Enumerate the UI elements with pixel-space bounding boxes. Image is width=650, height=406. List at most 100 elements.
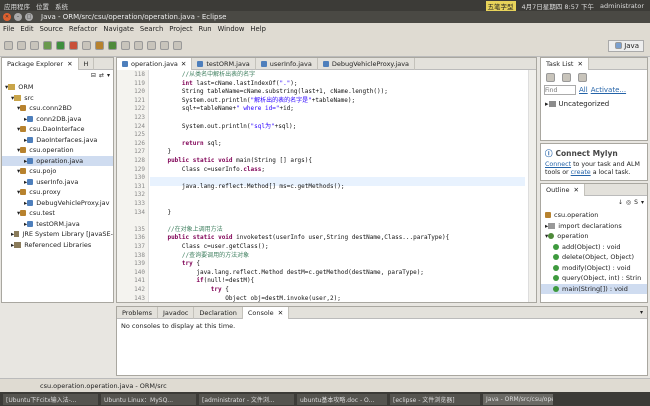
close-icon[interactable]: ✕	[181, 60, 186, 68]
menu-search[interactable]: Search	[140, 25, 163, 33]
tree-item-testorm[interactable]: ▸ testORM.java	[2, 219, 113, 230]
tree-item-pkg-test[interactable]: ▾ csu.test	[2, 208, 113, 219]
tab-testorm-java[interactable]: testORM.java	[192, 57, 256, 70]
external-tools-icon[interactable]	[69, 41, 78, 50]
outline-item-method-query[interactable]: query(Object, int) : Strin	[541, 273, 647, 284]
places-menu[interactable]: 位置	[36, 1, 49, 11]
maximize-window-icon[interactable]: □	[25, 13, 33, 21]
all-link[interactable]: All	[579, 86, 588, 94]
code-line[interactable]: }	[153, 148, 171, 157]
tree-item-pkg-daointerface[interactable]: ▾ csu.DaoInterface	[2, 124, 113, 135]
tab-task-list[interactable]: Task List ✕	[541, 57, 589, 70]
close-window-icon[interactable]: ✕	[3, 13, 11, 21]
tab-outline[interactable]: Outline ✕	[541, 183, 585, 196]
clock[interactable]: 4月7日星期四 8:57 下午	[522, 1, 595, 11]
tree-item-conn2db[interactable]: ▸ conn2DB.java	[2, 114, 113, 125]
link-editor-icon[interactable]: ⇄	[99, 72, 104, 79]
save-icon[interactable]	[17, 41, 26, 50]
tree-item-orm[interactable]: ▾ ORM	[2, 82, 113, 93]
code-line[interactable]: int last=cName.lastIndexOf(".");	[153, 80, 298, 89]
menu-file[interactable]: File	[3, 25, 14, 33]
outline-item-package[interactable]: csu.operation	[541, 210, 647, 221]
code-line[interactable]: //查询要调用的方法对象	[153, 252, 249, 261]
tab-console[interactable]: Console ✕	[242, 306, 290, 319]
input-method-indicator[interactable]: 五笔字型	[485, 0, 516, 11]
code-line[interactable]: Class c=user.getClass();	[153, 243, 269, 252]
code-line[interactable]: if(null!=destM){	[153, 277, 254, 286]
forward-icon[interactable]	[173, 41, 182, 50]
tab-userinfo-java[interactable]: userInfo.java	[256, 57, 318, 70]
tree-item-pkg-pojo[interactable]: ▾ csu.pojo	[2, 166, 113, 177]
find-input[interactable]	[544, 85, 576, 95]
view-menu-icon[interactable]: ▾	[641, 199, 644, 206]
outline-item-method-delete[interactable]: delete(Object, Object)	[541, 252, 647, 263]
run-icon[interactable]	[56, 41, 65, 50]
close-icon[interactable]: ✕	[278, 309, 283, 317]
view-menu-icon[interactable]: ▾	[107, 72, 110, 79]
code-line[interactable]: //从类名中解析出表的名字	[153, 71, 255, 80]
tree-item-referenced-libraries[interactable]: ▸ Referenced Libraries	[2, 240, 113, 251]
collapse-all-icon[interactable]: ⊟	[91, 72, 96, 79]
outline-item-class[interactable]: ▾ operation	[541, 231, 647, 242]
search-icon[interactable]	[134, 41, 143, 50]
tree-item-jre[interactable]: ▸ JRE System Library [JavaSE-	[2, 229, 113, 240]
activate-link[interactable]: Activate...	[591, 86, 626, 94]
new-icon[interactable]	[4, 41, 13, 50]
category-row[interactable]: ▸ Uncategorized	[541, 96, 647, 112]
tree-item-pkg-proxy[interactable]: ▾ csu.proxy	[2, 187, 113, 198]
code-line[interactable]: return sql;	[153, 140, 222, 149]
new-java-project-icon[interactable]	[82, 41, 91, 50]
code-line[interactable]: //在对象上调用方法	[153, 226, 222, 235]
code-line[interactable]: Object obj=destM.invoke(user,2);	[153, 295, 341, 302]
menu-run[interactable]: Run	[199, 25, 212, 33]
system-menu[interactable]: 系统	[55, 1, 68, 11]
tab-debugvehicleproxy-java[interactable]: DebugVehicleProxy.java	[318, 57, 416, 70]
perspective-switcher[interactable]: Java	[608, 39, 644, 52]
tree-item-operation-java[interactable]: ▸ operation.java	[2, 155, 113, 166]
close-icon[interactable]: ✕	[577, 60, 582, 68]
outline-item-imports[interactable]: ▸ import declarations	[541, 221, 647, 232]
code-line[interactable]: Class c=userInfo.class;	[153, 166, 265, 175]
create-link[interactable]: create	[571, 169, 591, 176]
code-line[interactable]: public static void invoketest(userInfo u…	[153, 234, 449, 243]
tab-hierarchy[interactable]: H	[79, 57, 95, 70]
tree-item-daointerfaces[interactable]: ▸ DaoInterfaces.java	[2, 135, 113, 146]
close-icon[interactable]: ✕	[574, 186, 579, 194]
code-line[interactable]: }	[153, 209, 171, 218]
connect-link[interactable]: Connect	[545, 161, 571, 168]
outline-item-method-main[interactable]: main(String[]) : void	[541, 283, 647, 294]
code-editor[interactable]: 118 //从类名中解析出表的名字 119 int last=cName.last…	[117, 70, 536, 302]
menu-source[interactable]: Source	[40, 25, 63, 33]
tab-javadoc[interactable]: Javadoc	[158, 306, 195, 319]
code-line[interactable]: public static void main(String [] args){	[153, 157, 312, 166]
taskbar-item-doc[interactable]: ubuntu基本攻略.doc - O...	[297, 393, 387, 405]
new-class-icon[interactable]	[108, 41, 117, 50]
annotation-next-icon[interactable]	[147, 41, 156, 50]
taskbar-item-eclipse[interactable]: Java - ORM/src/csu/ope...	[483, 393, 553, 405]
code-line[interactable]: java.lang.reflect.Method destM=c.getMeth…	[153, 269, 424, 278]
code-line[interactable]: System.out.println("sql为"+sql);	[153, 123, 296, 132]
tree-item-debugvehicleproxy[interactable]: ▸ DebugVehicleProxy.jav	[2, 198, 113, 209]
outline-item-method-modify[interactable]: modify(Object) : void	[541, 263, 647, 274]
taskbar-item-eclipse-browser[interactable]: [eclipse - 文件浏览器]	[390, 393, 480, 405]
tab-declaration[interactable]: Declaration	[194, 306, 243, 319]
outline-item-method-add[interactable]: add(Object) : void	[541, 242, 647, 253]
open-type-icon[interactable]	[121, 41, 130, 50]
tree-item-pkg-conn2bd[interactable]: ▾ csu.conn2BD	[2, 103, 113, 114]
menu-window[interactable]: Window	[218, 25, 245, 33]
tree-item-src[interactable]: ▾ src	[2, 93, 113, 104]
filter-icon[interactable]	[562, 72, 571, 82]
tree-item-userinfo[interactable]: ▸ userInfo.java	[2, 177, 113, 188]
console-menu-icon[interactable]: ▾	[640, 309, 643, 316]
tab-package-explorer[interactable]: Package Explorer ✕	[2, 57, 79, 70]
code-line[interactable]: try {	[153, 286, 229, 295]
new-package-icon[interactable]	[95, 41, 104, 50]
print-icon[interactable]	[30, 41, 39, 50]
minimize-window-icon[interactable]: –	[14, 13, 22, 21]
debug-icon[interactable]	[43, 41, 52, 50]
hide-fields-icon[interactable]: ◎	[626, 199, 631, 206]
editor-scrollbar[interactable]	[528, 70, 536, 302]
back-icon[interactable]	[160, 41, 169, 50]
taskbar-item-fcitx[interactable]: [Ubuntu下Fcitx输入法-...	[3, 393, 98, 405]
menu-project[interactable]: Project	[169, 25, 192, 33]
